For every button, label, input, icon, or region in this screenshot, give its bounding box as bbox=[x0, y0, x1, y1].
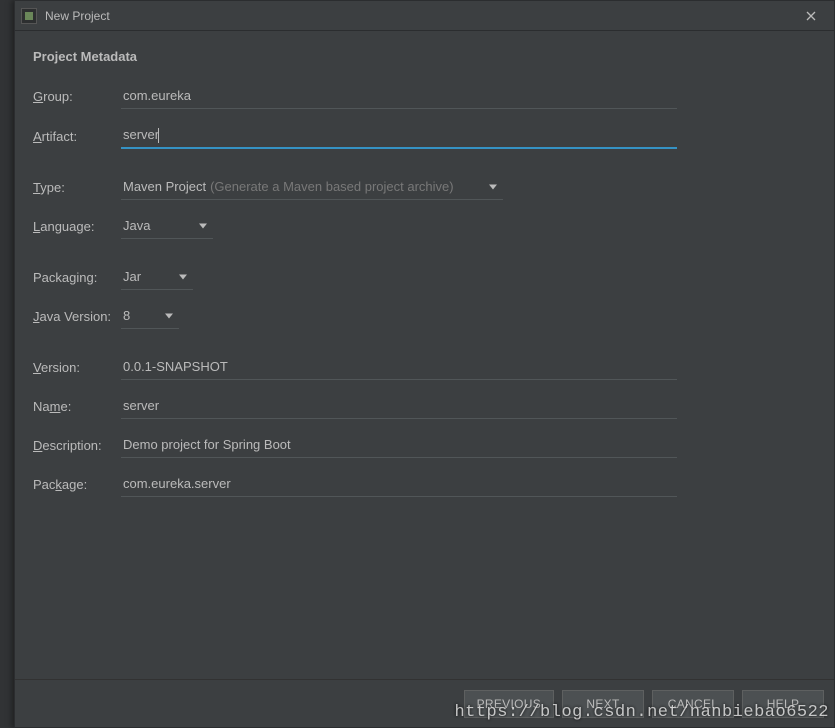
row-java-version: Java Version: 8 bbox=[33, 304, 824, 329]
artifact-field[interactable]: server bbox=[121, 123, 677, 149]
label-group: Group: bbox=[33, 89, 121, 104]
row-language: Language: Java bbox=[33, 214, 824, 239]
artifact-value: server bbox=[123, 127, 159, 142]
close-icon[interactable] bbox=[792, 2, 830, 30]
type-hint: (Generate a Maven based project archive) bbox=[210, 179, 454, 194]
row-type: Type: Maven Project (Generate a Maven ba… bbox=[33, 175, 824, 200]
packaging-value: Jar bbox=[123, 269, 141, 284]
name-field[interactable]: server bbox=[121, 394, 677, 419]
packaging-combo[interactable]: Jar bbox=[121, 265, 193, 290]
version-field[interactable]: 0.0.1-SNAPSHOT bbox=[121, 355, 677, 380]
dialog-content: Project Metadata Group: com.eureka Artif… bbox=[15, 31, 834, 679]
titlebar: New Project bbox=[15, 1, 834, 31]
row-artifact: Artifact: server bbox=[33, 123, 824, 149]
label-package: Package: bbox=[33, 477, 121, 492]
next-button[interactable]: NEXT bbox=[562, 690, 644, 718]
previous-button[interactable]: PREVIOUS bbox=[464, 690, 554, 718]
language-value: Java bbox=[123, 218, 150, 233]
cancel-button[interactable]: CANCEL bbox=[652, 690, 734, 718]
window-title: New Project bbox=[45, 9, 792, 23]
label-language: Language: bbox=[33, 219, 121, 234]
app-icon bbox=[21, 8, 37, 24]
java-version-combo[interactable]: 8 bbox=[121, 304, 179, 329]
row-version: Version: 0.0.1-SNAPSHOT bbox=[33, 355, 824, 380]
row-packaging: Packaging: Jar bbox=[33, 265, 824, 290]
label-artifact: Artifact: bbox=[33, 129, 121, 144]
label-type: Type: bbox=[33, 180, 121, 195]
dialog-footer: PREVIOUS NEXT CANCEL HELP bbox=[15, 679, 834, 727]
row-name: Name: server bbox=[33, 394, 824, 419]
type-value: Maven Project bbox=[123, 179, 206, 194]
text-caret bbox=[158, 128, 159, 143]
chevron-down-icon bbox=[165, 314, 173, 319]
label-java-version: Java Version: bbox=[33, 309, 121, 324]
chevron-down-icon bbox=[199, 224, 207, 229]
package-field[interactable]: com.eureka.server bbox=[121, 472, 677, 497]
label-description: Description: bbox=[33, 438, 121, 453]
language-combo[interactable]: Java bbox=[121, 214, 213, 239]
java-version-value: 8 bbox=[123, 308, 130, 323]
new-project-dialog: New Project Project Metadata Group: com.… bbox=[14, 0, 835, 728]
label-packaging: Packaging: bbox=[33, 270, 121, 285]
type-combo[interactable]: Maven Project (Generate a Maven based pr… bbox=[121, 175, 503, 200]
description-field[interactable]: Demo project for Spring Boot bbox=[121, 433, 677, 458]
left-background-strip bbox=[0, 0, 14, 728]
chevron-down-icon bbox=[179, 275, 187, 280]
help-button[interactable]: HELP bbox=[742, 690, 824, 718]
label-version: Version: bbox=[33, 360, 121, 375]
row-description: Description: Demo project for Spring Boo… bbox=[33, 433, 824, 458]
section-heading: Project Metadata bbox=[33, 49, 824, 64]
chevron-down-icon bbox=[489, 185, 497, 190]
row-package: Package: com.eureka.server bbox=[33, 472, 824, 497]
row-group: Group: com.eureka bbox=[33, 84, 824, 109]
label-name: Name: bbox=[33, 399, 121, 414]
group-field[interactable]: com.eureka bbox=[121, 84, 677, 109]
